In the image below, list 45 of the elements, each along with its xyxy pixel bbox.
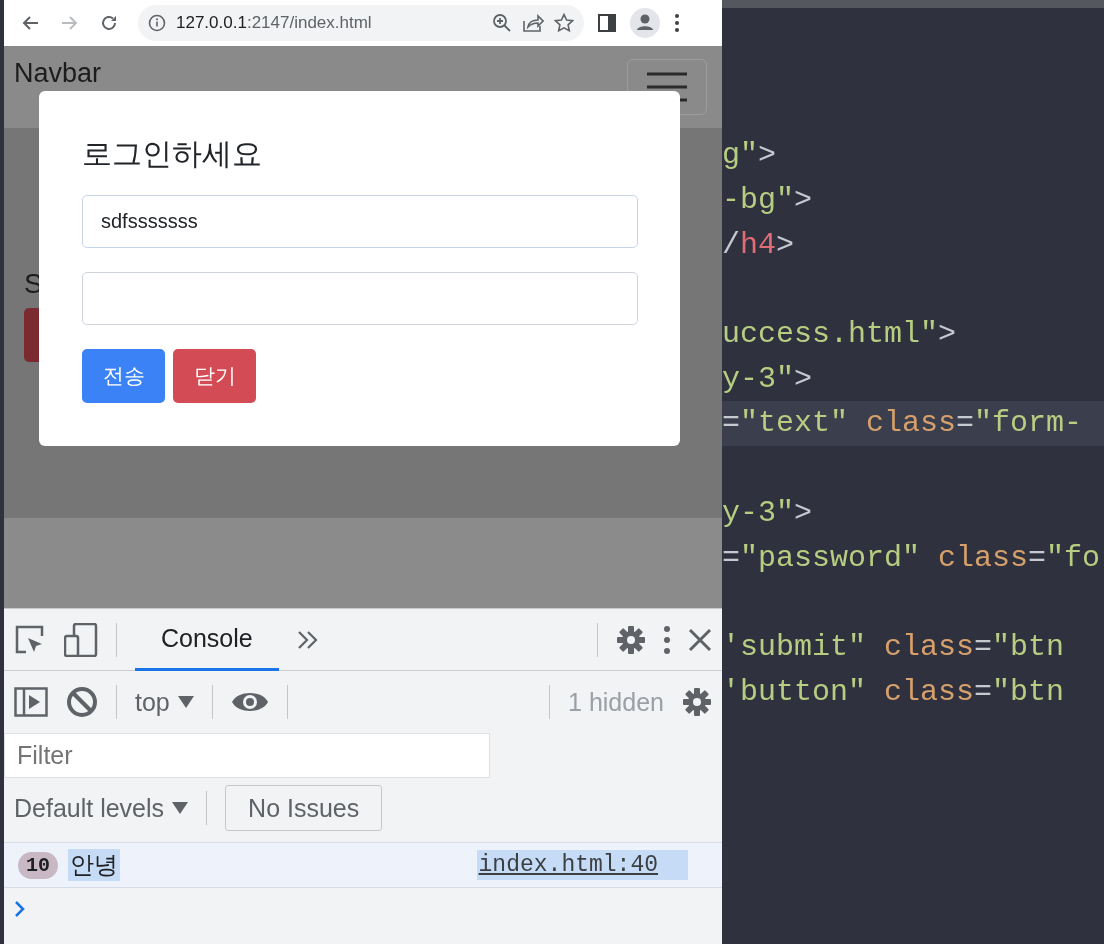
inspect-icon[interactable]: [14, 623, 46, 656]
eye-icon[interactable]: [230, 690, 269, 714]
side-panel-icon[interactable]: [598, 14, 616, 32]
device-toggle-icon[interactable]: [64, 622, 98, 657]
zoom-icon[interactable]: [492, 13, 512, 33]
text-field[interactable]: sdfsssssss: [82, 195, 638, 248]
avatar-icon[interactable]: [630, 8, 660, 38]
code-line: y-3">: [722, 494, 814, 532]
back-icon[interactable]: [20, 14, 40, 32]
close-button[interactable]: 닫기: [173, 349, 256, 403]
devtools-tab[interactable]: Console: [135, 608, 279, 671]
more-tabs-icon[interactable]: [296, 629, 319, 650]
sidebar-icon[interactable]: [14, 687, 48, 717]
code-line: 'button" class="btn: [722, 673, 1066, 711]
code-line: g">: [722, 137, 778, 175]
close-icon[interactable]: [688, 627, 712, 652]
code-line: y-3">: [722, 360, 814, 398]
star-icon[interactable]: [554, 13, 574, 33]
hidden-count: 1 hidden: [568, 687, 664, 717]
settings-icon[interactable]: [616, 624, 646, 655]
code-line: /h4>: [722, 226, 796, 264]
filter-field[interactable]: Filter: [4, 733, 490, 778]
caret-icon: [177, 696, 194, 708]
prompt-icon[interactable]: [14, 900, 26, 918]
levels-dropdown[interactable]: Default levels: [14, 793, 189, 823]
code-line: ="password" class="fo: [722, 539, 1102, 577]
source-link[interactable]: index.html:40: [476, 850, 688, 880]
password-field[interactable]: [82, 272, 638, 325]
code-line: uccess.html">: [722, 316, 958, 354]
log-text: 안녕: [68, 849, 120, 881]
settings-icon[interactable]: [682, 687, 712, 717]
clear-icon[interactable]: [66, 686, 98, 718]
navbar-brand[interactable]: Navbar: [14, 58, 102, 88]
code-line: 'submit" class="btn: [722, 628, 1066, 666]
share-icon[interactable]: [522, 13, 544, 33]
modal-title: 로그인하세요: [82, 135, 263, 173]
more-icon[interactable]: [664, 625, 670, 654]
more-icon[interactable]: [674, 13, 680, 33]
submit-button[interactable]: 전송: [82, 349, 165, 403]
info-icon[interactable]: [148, 14, 166, 32]
issues-button[interactable]: No Issues: [225, 785, 383, 831]
context-dropdown[interactable]: top: [135, 687, 194, 717]
caret-icon: [172, 802, 189, 814]
code-line: -bg">: [722, 182, 814, 220]
repeat-count: 10: [18, 851, 58, 879]
